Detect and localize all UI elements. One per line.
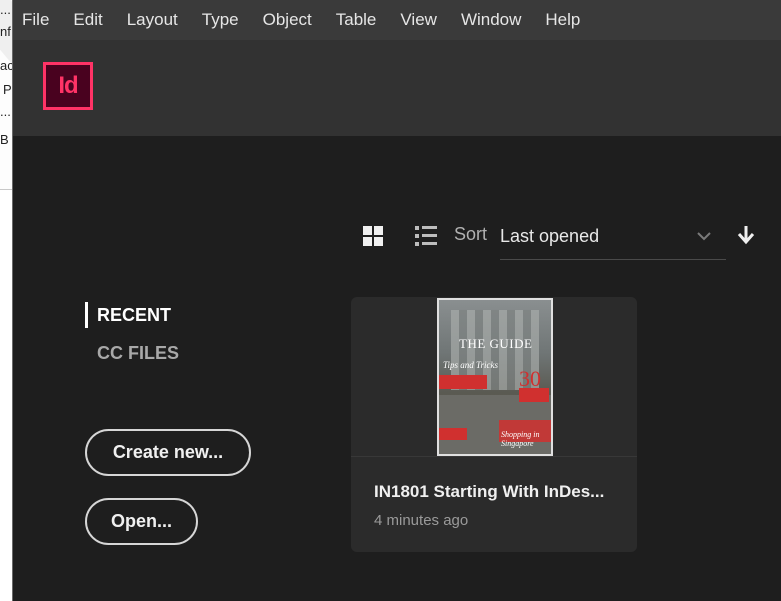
sort-dropdown[interactable]: Last opened <box>500 216 726 260</box>
menu-layout[interactable]: Layout <box>115 0 190 40</box>
menu-table[interactable]: Table <box>324 0 389 40</box>
indesign-logo: Id <box>43 62 93 110</box>
menu-bar: File Edit Layout Type Object Table View … <box>13 0 781 40</box>
file-modified-time: 4 minutes ago <box>374 512 469 529</box>
background-text: ... <box>0 2 11 17</box>
menu-type[interactable]: Type <box>190 0 251 40</box>
list-icon <box>422 226 437 229</box>
side-nav: RECENT CC FILES <box>85 302 179 378</box>
start-workspace: Sort Last opened RECENT CC FILES Create … <box>13 136 781 601</box>
thumbnail-red-block <box>519 388 549 402</box>
thumbnail-script-bottom: Shopping in Singapore <box>501 430 540 448</box>
grid-view-button[interactable] <box>363 226 383 246</box>
background-text: B <box>0 132 9 147</box>
chevron-down-icon <box>697 232 711 241</box>
list-icon <box>415 234 419 238</box>
menu-view[interactable]: View <box>388 0 449 40</box>
grid-icon <box>374 226 383 235</box>
indesign-start-window: File Edit Layout Type Object Table View … <box>12 0 781 601</box>
grid-icon <box>363 237 372 246</box>
list-icon <box>422 242 437 245</box>
sort-label: Sort <box>454 224 488 244</box>
list-view-button[interactable] <box>415 226 437 246</box>
app-header: Id <box>13 40 781 136</box>
thumbnail-script-top: Tips and Tricks <box>443 360 499 370</box>
arrow-down-icon[interactable] <box>737 225 755 245</box>
menu-object[interactable]: Object <box>251 0 324 40</box>
menu-edit[interactable]: Edit <box>61 0 114 40</box>
thumbnail-red-block <box>439 428 467 440</box>
nav-cc-files[interactable]: CC FILES <box>85 340 179 370</box>
background-text: ... <box>0 104 11 119</box>
menu-file[interactable]: File <box>13 0 61 40</box>
file-thumbnail-area: THE GUIDE Tips and Tricks 30 Shopping in… <box>351 297 637 457</box>
list-icon <box>415 226 419 230</box>
list-icon <box>422 234 437 237</box>
list-icon <box>415 242 419 246</box>
open-button[interactable]: Open... <box>85 498 198 545</box>
thumbnail-red-block <box>439 375 487 389</box>
grid-icon <box>374 237 383 246</box>
grid-icon <box>363 226 372 235</box>
menu-window[interactable]: Window <box>449 0 533 40</box>
sort-selected-value: Last opened <box>500 226 600 246</box>
menu-help[interactable]: Help <box>533 0 592 40</box>
file-title: IN1801 Starting With InDes... <box>374 482 605 501</box>
nav-recent[interactable]: RECENT <box>85 302 179 332</box>
thumbnail-headline: THE GUIDE <box>459 336 533 351</box>
background-text: nf <box>0 24 11 39</box>
background-text: P <box>3 82 12 97</box>
file-thumbnail: THE GUIDE Tips and Tricks 30 Shopping in… <box>437 298 553 456</box>
recent-file-card[interactable]: THE GUIDE Tips and Tricks 30 Shopping in… <box>351 297 637 552</box>
create-new-button[interactable]: Create new... <box>85 429 251 476</box>
